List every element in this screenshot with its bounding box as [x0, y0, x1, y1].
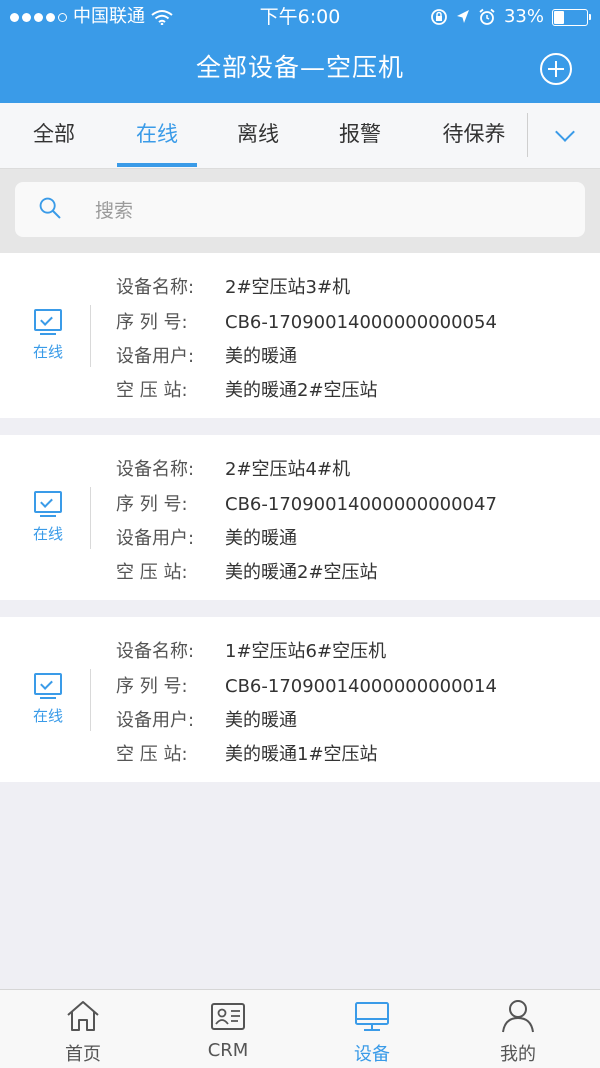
online-monitor-icon [34, 491, 62, 513]
device-name-label: 设备名称: [116, 277, 195, 298]
station-row: 空 压 站: 美的暖通2#空压站 [116, 558, 378, 584]
station-label: 空 压 站: [116, 380, 188, 401]
status-label: 在线 [32, 707, 63, 725]
search-input[interactable] [93, 182, 557, 239]
search-icon [39, 197, 61, 219]
device-user-row: 设备用户: 美的暖通 [116, 524, 297, 550]
tab-alarm[interactable]: 报警 [320, 103, 400, 168]
device-name-label: 设备名称: [116, 459, 195, 480]
device-user-value: 美的暖通 [225, 528, 297, 549]
search-area [0, 169, 600, 253]
station-value: 美的暖通2#空压站 [225, 380, 378, 401]
device-user-label: 设备用户: [116, 710, 195, 731]
app-header: 中国联通 下午6:00 33% 全部设备—空压机 [0, 0, 600, 103]
nav-me[interactable]: 我的 [458, 990, 578, 1068]
battery-fill [554, 10, 564, 24]
nav-devices[interactable]: 设备 [312, 990, 432, 1068]
device-name-row: 设备名称: 2#空压站3#机 [116, 273, 350, 299]
device-user-value: 美的暖通 [225, 710, 297, 731]
device-user-row: 设备用户: 美的暖通 [116, 706, 297, 732]
nav-me-label: 我的 [500, 1044, 536, 1065]
nav-home[interactable]: 首页 [23, 990, 143, 1068]
device-card[interactable]: 在线 设备名称: 1#空压站6#空压机 序 列 号: CB6-17090014000… [0, 617, 600, 782]
device-status: 在线 [26, 673, 70, 726]
person-icon [502, 1000, 534, 1033]
serial-row: 序 列 号: CB6-17090014000000000054 [116, 308, 497, 334]
page-title: 全部设备—空压机 [195, 53, 404, 82]
station-value: 美的暖通1#空压站 [225, 744, 378, 765]
chevron-down-icon [555, 122, 575, 142]
serial-value: CB6-17090014000000000054 [225, 312, 497, 333]
device-status: 在线 [26, 491, 70, 544]
location-arrow-icon [456, 10, 469, 23]
device-user-value: 美的暖通 [225, 346, 297, 367]
monitor-icon [355, 1002, 389, 1031]
device-name-value: 2#空压站3#机 [225, 277, 351, 298]
nav-home-label: 首页 [65, 1044, 101, 1065]
alarm-icon [479, 8, 495, 25]
station-row: 空 压 站: 美的暖通1#空压站 [116, 740, 378, 766]
station-label: 空 压 站: [116, 744, 188, 765]
device-name-value: 1#空压站6#空压机 [225, 641, 387, 662]
add-device-button[interactable] [540, 53, 572, 85]
device-name-row: 设备名称: 2#空压站4#机 [116, 455, 350, 481]
device-name-value: 2#空压站4#机 [225, 459, 351, 480]
bottom-nav: 首页 CRM 设备 我的 [0, 989, 600, 1068]
station-row: 空 压 站: 美的暖通2#空压站 [116, 376, 378, 402]
filter-tabs: 全部 在线 离线 报警 待保养 [0, 103, 600, 169]
device-card[interactable]: 在线 设备名称: 2#空压站4#机 序 列 号: CB6-1709001400000… [0, 435, 600, 600]
device-user-label: 设备用户: [116, 528, 195, 549]
more-tabs-button[interactable] [528, 103, 600, 168]
online-monitor-icon [34, 673, 62, 695]
active-tab-indicator [117, 163, 197, 167]
home-icon [67, 1001, 99, 1031]
serial-row: 序 列 号: CB6-17090014000000000014 [116, 672, 497, 698]
serial-value: CB6-17090014000000000047 [225, 494, 497, 515]
device-card[interactable]: 在线 设备名称: 2#空压站3#机 序 列 号: CB6-1709001400000… [0, 253, 600, 418]
nav-devices-label: 设备 [354, 1044, 390, 1065]
nav-crm[interactable]: CRM [168, 990, 288, 1068]
tab-pending-maintenance[interactable]: 待保养 [424, 103, 524, 168]
card-divider [90, 487, 91, 549]
serial-value: CB6-17090014000000000014 [225, 676, 497, 697]
status-bar: 中国联通 下午6:00 33% [0, 0, 600, 34]
serial-label: 序 列 号: [116, 494, 188, 515]
device-user-row: 设备用户: 美的暖通 [116, 342, 297, 368]
id-card-icon [211, 1003, 245, 1030]
device-name-label: 设备名称: [116, 641, 195, 662]
serial-label: 序 列 号: [116, 312, 188, 333]
device-status: 在线 [26, 309, 70, 362]
device-name-row: 设备名称: 1#空压站6#空压机 [116, 637, 386, 663]
card-divider [90, 305, 91, 367]
battery-icon [552, 8, 591, 26]
rotation-lock-icon [431, 9, 447, 25]
serial-row: 序 列 号: CB6-17090014000000000047 [116, 490, 497, 516]
device-user-label: 设备用户: [116, 346, 195, 367]
serial-label: 序 列 号: [116, 676, 188, 697]
search-box[interactable] [15, 182, 585, 239]
station-label: 空 压 站: [116, 562, 188, 583]
nav-crm-label: CRM [207, 1040, 249, 1061]
card-divider [90, 669, 91, 731]
station-value: 美的暖通2#空压站 [225, 562, 378, 583]
battery-percent: 33% [503, 6, 544, 27]
status-label: 在线 [32, 343, 63, 361]
tab-offline[interactable]: 离线 [218, 103, 298, 168]
status-right: 33% [430, 0, 591, 34]
status-label: 在线 [32, 525, 63, 543]
tab-all[interactable]: 全部 [14, 103, 94, 168]
online-monitor-icon [34, 309, 62, 331]
tab-online[interactable]: 在线 [117, 103, 197, 168]
